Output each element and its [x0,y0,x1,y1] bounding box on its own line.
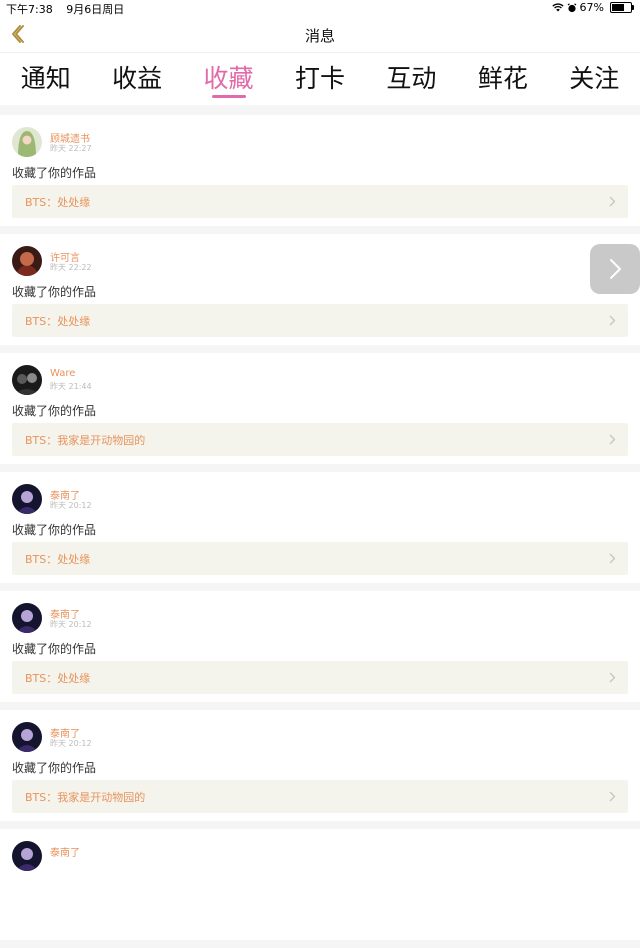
list-item: 泰南了 昨天 20:12 收藏了你的作品 BTS：我家是开动物园的 [0,710,640,821]
work-link[interactable]: BTS：处处缘 [12,661,628,694]
work-link[interactable]: BTS：处处缘 [12,542,628,575]
avatar[interactable] [12,246,42,276]
action-text: 收藏了你的作品 [12,285,97,299]
page-title: 消息 [304,27,335,45]
battery-percent: 67% [579,1,604,14]
timestamp: 昨天 20:12 [50,739,92,748]
tab-notifications[interactable]: 通知 [21,53,71,105]
avatar[interactable] [12,365,42,395]
chevron-right-icon [609,553,616,564]
action-text: 收藏了你的作品 [12,761,97,775]
timestamp: 昨天 21:44 [50,382,92,391]
action-text: 收藏了你的作品 [12,523,97,537]
work-link[interactable]: BTS：处处缘 [12,304,628,337]
avatar[interactable] [12,484,42,514]
status-date: 9月6日周日 [66,3,125,16]
work-title: BTS：我家是开动物园的 [25,791,146,804]
tab-interactions[interactable]: 互动 [386,53,436,105]
work-title: BTS：处处缘 [25,672,91,685]
tab-checkin[interactable]: 打卡 [295,53,345,105]
work-link[interactable]: BTS：我家是开动物园的 [12,423,628,456]
work-link[interactable]: BTS：处处缘 [12,185,628,218]
list-item: Ware 昨天 21:44 收藏了你的作品 BTS：我家是开动物园的 [0,353,640,464]
status-time: 下午7:38 [6,3,53,16]
notification-list: 顾城遗书 昨天 22:27 收藏了你的作品 BTS：处处缘 许可言 昨天 22:… [0,115,640,948]
timestamp: 昨天 20:12 [50,620,92,629]
chevron-right-icon [609,315,616,326]
work-link[interactable]: BTS：我家是开动物园的 [12,780,628,813]
tab-bar: 通知 收益 收藏 打卡 互动 鲜花 关注 [0,53,640,105]
status-bar: 下午7:38 9月6日周日 67% [0,0,640,16]
floating-next-button[interactable] [590,244,640,294]
timestamp: 昨天 20:12 [50,501,92,510]
list-item: 泰南了 [0,829,640,940]
work-title: BTS：处处缘 [25,196,91,209]
work-title: BTS：处处缘 [25,553,91,566]
avatar[interactable] [12,841,42,871]
chevron-right-icon [610,259,621,279]
username[interactable]: Ware [50,368,75,379]
work-title: BTS：处处缘 [25,315,91,328]
avatar[interactable] [12,127,42,157]
action-text: 收藏了你的作品 [12,166,97,180]
chevron-right-icon [609,791,616,802]
list-item: 泰南了 昨天 20:12 收藏了你的作品 BTS：处处缘 [0,472,640,583]
chevron-right-icon [609,196,616,207]
tab-favorites[interactable]: 收藏 [204,53,254,105]
nav-bar: 消息 [0,16,640,53]
list-item: 顾城遗书 昨天 22:27 收藏了你的作品 BTS：处处缘 [0,115,640,226]
avatar[interactable] [12,603,42,633]
tab-following[interactable]: 关注 [569,53,619,105]
battery-fill [612,4,625,11]
action-text: 收藏了你的作品 [12,642,97,656]
battery-icon [610,2,634,13]
chevron-right-icon [609,672,616,683]
list-item: 泰南了 昨天 20:12 收藏了你的作品 BTS：处处缘 [0,591,640,702]
wifi-icon [551,3,564,12]
action-text: 收藏了你的作品 [12,404,97,418]
chevron-right-icon [609,434,616,445]
alarm-icon [567,2,576,12]
timestamp: 昨天 22:22 [50,263,92,272]
tab-earnings[interactable]: 收益 [112,53,162,105]
avatar[interactable] [12,722,42,752]
work-title: BTS：我家是开动物园的 [25,434,146,447]
list-item: 许可言 昨天 22:22 收藏了你的作品 BTS：处处缘 [0,234,640,345]
username[interactable]: 泰南了 [50,844,80,859]
tab-flowers[interactable]: 鲜花 [478,53,528,105]
timestamp: 昨天 22:27 [50,144,92,153]
